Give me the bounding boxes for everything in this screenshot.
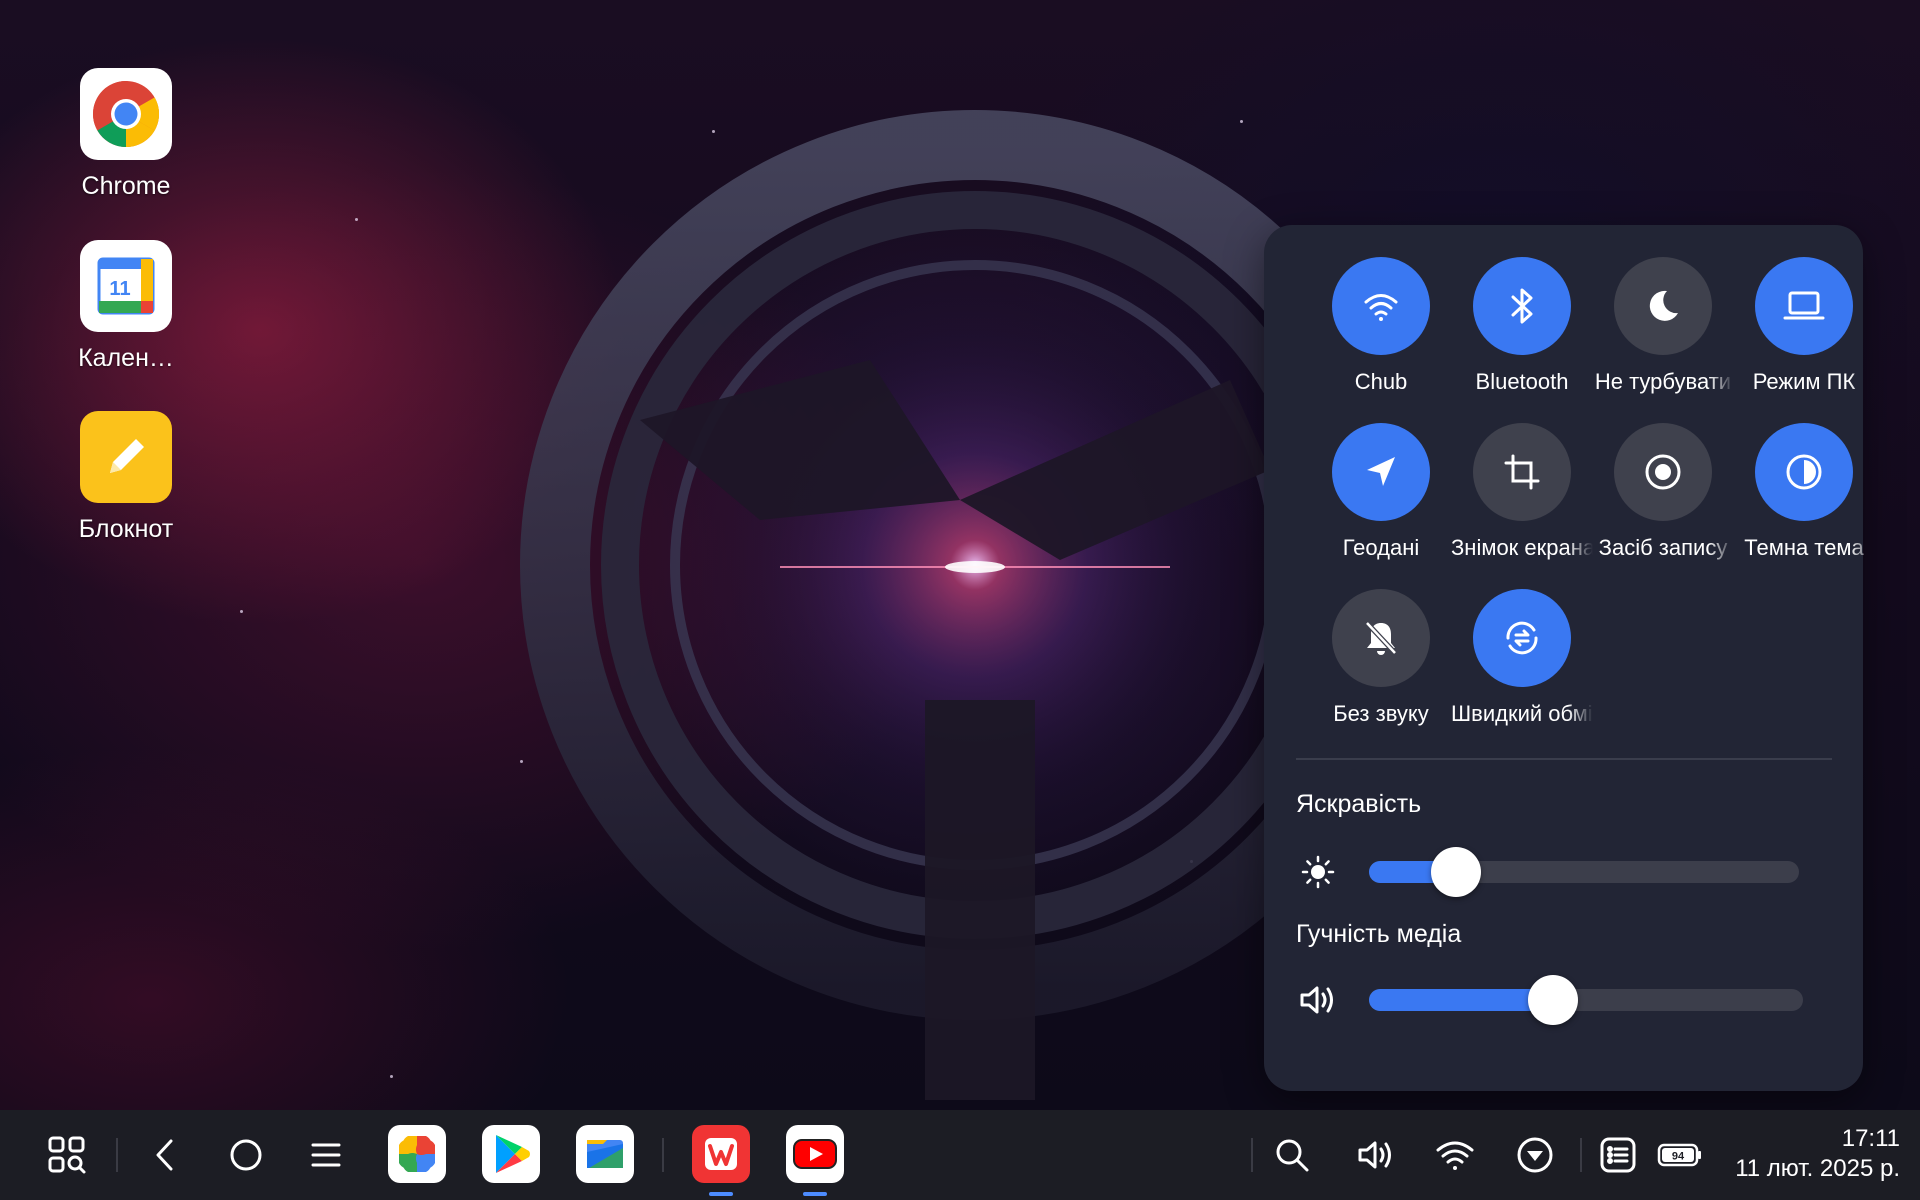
taskbar-separator — [1580, 1138, 1582, 1172]
back-icon[interactable] — [141, 1131, 189, 1179]
wps-office-icon — [705, 1138, 737, 1170]
media-volume-slider[interactable] — [1369, 975, 1803, 1025]
files-folder-icon — [587, 1140, 623, 1168]
recents-menu-icon[interactable] — [302, 1131, 350, 1179]
volume-icon[interactable] — [1352, 1131, 1400, 1179]
contrast-icon — [1755, 423, 1853, 521]
media-volume-title: Гучність медіа — [1296, 920, 1462, 948]
battery-icon[interactable]: 94 — [1655, 1131, 1705, 1179]
record-icon — [1614, 423, 1712, 521]
speaker-icon — [1296, 978, 1340, 1022]
youtube-icon — [793, 1139, 837, 1169]
wifi-icon — [1332, 257, 1430, 355]
taskbar-app-youtube[interactable] — [786, 1125, 844, 1196]
wifi-status-icon[interactable] — [1431, 1131, 1479, 1179]
running-indicator — [709, 1192, 733, 1196]
bell-off-icon — [1332, 589, 1430, 687]
brightness-title: Яскравість — [1296, 790, 1422, 818]
desktop-icon-label: Кален… — [78, 344, 174, 372]
tile-quick-share[interactable]: Швидкий обмін — [1451, 589, 1593, 727]
battery-level: 94 — [1672, 1151, 1685, 1163]
tile-label: Без звуку — [1333, 701, 1429, 726]
taskbar-app-play-store[interactable] — [482, 1125, 540, 1183]
tile-bluetooth[interactable]: Bluetooth — [1451, 257, 1593, 395]
sun-icon — [1296, 850, 1340, 894]
tile-label: Засіб запису — [1598, 535, 1728, 560]
moon-icon — [1614, 257, 1712, 355]
divider — [1296, 758, 1832, 760]
play-store-icon — [496, 1135, 530, 1173]
tile-label: Не турбувати — [1594, 369, 1732, 394]
tile-label: Режим ПК — [1752, 369, 1856, 394]
photos-pinwheel-icon — [399, 1136, 435, 1172]
location-arrow-icon — [1332, 423, 1430, 521]
tile-label: Темна тема — [1744, 535, 1864, 560]
search-icon[interactable] — [1268, 1131, 1316, 1179]
tile-silent[interactable]: Без звуку — [1310, 589, 1452, 727]
laptop-icon — [1755, 257, 1853, 355]
taskbar-separator — [1251, 1138, 1253, 1172]
tile-wifi[interactable]: Chub — [1310, 257, 1452, 395]
media-volume-slider-fill — [1369, 989, 1553, 1011]
app-drawer-search-icon[interactable] — [43, 1131, 91, 1179]
taskbar-app-wps-office[interactable] — [692, 1125, 750, 1196]
tile-label: Геодані — [1342, 535, 1420, 560]
tile-dark-theme[interactable]: Темна тема — [1733, 423, 1875, 561]
crop-icon — [1473, 423, 1571, 521]
calendar-icon: 11 — [80, 240, 172, 332]
chrome-icon — [80, 68, 172, 160]
dropdown-circle-icon[interactable] — [1511, 1131, 1559, 1179]
desktop-icon-label: Chrome — [81, 172, 171, 200]
tile-label: Швидкий обмін — [1451, 701, 1593, 726]
taskbar-app-photos[interactable] — [388, 1125, 446, 1183]
desktop-icon-chrome[interactable]: Chrome — [60, 68, 192, 201]
clock-time: 17:11 — [1841, 1125, 1900, 1152]
tile-location[interactable]: Геодані — [1310, 423, 1452, 561]
desktop-icon-label: Блокнот — [78, 515, 174, 543]
taskbar: 94 17:11 11 лют. 2025 р. — [0, 1110, 1920, 1200]
running-indicator — [803, 1192, 827, 1196]
tile-pc-mode[interactable]: Режим ПК — [1733, 257, 1875, 395]
notifications-list-icon[interactable] — [1594, 1131, 1642, 1179]
quick-settings-panel: Chub Bluetooth Не турбувати Режим ПК Гео… — [1264, 225, 1864, 1091]
tile-label: Bluetooth — [1475, 369, 1569, 394]
quick-share-icon — [1473, 589, 1571, 687]
desktop-icon-notepad[interactable]: Блокнот — [60, 411, 192, 544]
tile-label: Знімок екрана — [1451, 535, 1593, 560]
taskbar-separator — [116, 1138, 118, 1172]
media-volume-slider-thumb[interactable] — [1528, 975, 1578, 1025]
taskbar-separator — [662, 1138, 664, 1172]
clock[interactable]: 17:11 11 лют. 2025 р. — [1735, 1124, 1900, 1184]
calendar-day-number: 11 — [109, 278, 130, 300]
brightness-slider[interactable] — [1369, 847, 1799, 897]
brightness-slider-thumb[interactable] — [1431, 847, 1481, 897]
tile-screenshot[interactable]: Знімок екрана — [1451, 423, 1593, 561]
home-icon[interactable] — [222, 1131, 270, 1179]
tile-do-not-disturb[interactable]: Не турбувати — [1592, 257, 1734, 395]
tile-screen-recorder[interactable]: Засіб запису — [1592, 423, 1734, 561]
notepad-pencil-icon — [80, 411, 172, 503]
desktop-icon-calendar[interactable]: 11 Кален… — [60, 240, 192, 373]
tile-label: Chub — [1354, 369, 1408, 394]
clock-date: 11 лют. 2025 р. — [1735, 1155, 1900, 1182]
taskbar-app-files[interactable] — [576, 1125, 634, 1183]
bluetooth-icon — [1473, 257, 1571, 355]
